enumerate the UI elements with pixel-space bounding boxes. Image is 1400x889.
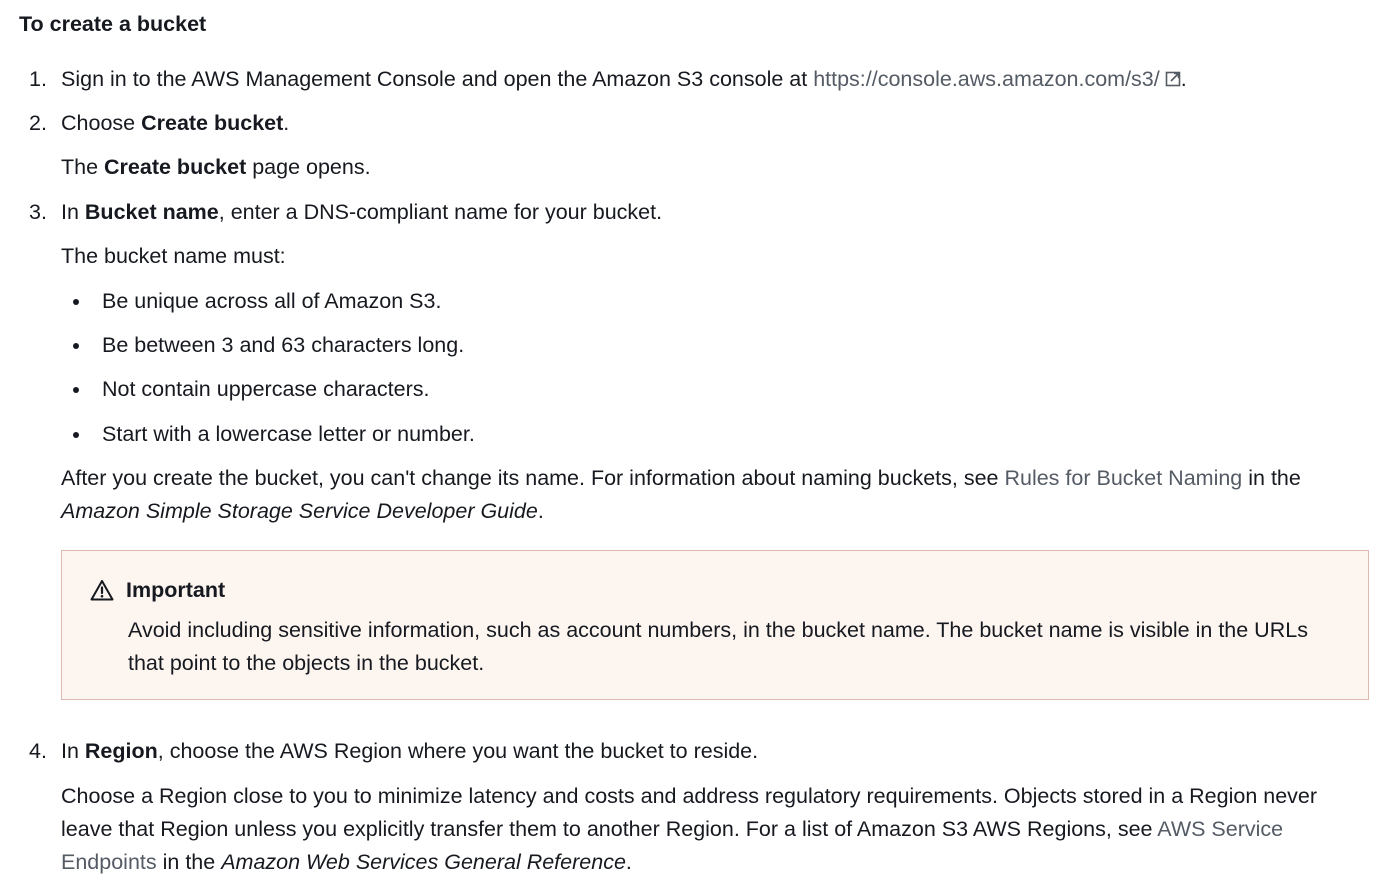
bullet-text: Be unique across all of Amazon S3. bbox=[102, 289, 442, 313]
region-info-text-2: leave that Region unless you explicitly … bbox=[61, 813, 1283, 846]
bullet-dot bbox=[73, 387, 79, 393]
bullet-text: Not contain uppercase characters. bbox=[102, 377, 430, 401]
bullet-dot bbox=[73, 299, 79, 305]
region-info-pre: leave that Region unless you explicitly … bbox=[61, 817, 1158, 841]
step-number: 3. bbox=[29, 200, 47, 224]
region-info-text-1: Choose a Region close to you to minimize… bbox=[61, 784, 1318, 808]
aws-service-endpoints-link[interactable]: AWS Service bbox=[1157, 817, 1283, 841]
callout-title: Important bbox=[126, 578, 226, 602]
step-2-sub-post: page opens. bbox=[246, 155, 371, 179]
step-2-pre: Choose bbox=[61, 111, 142, 135]
warning-triangle-icon bbox=[90, 580, 114, 601]
bullet-dot bbox=[73, 343, 79, 349]
developer-guide-title: Amazon Simple Storage Service Developer … bbox=[61, 499, 538, 523]
bullet-text: Be between 3 and 63 characters long. bbox=[102, 333, 465, 357]
aws-service-endpoints-link-cont[interactable]: Endpoints bbox=[61, 850, 157, 874]
page-title: To create a bucket bbox=[19, 12, 207, 36]
step-3-post: , enter a DNS-compliant name for your bu… bbox=[218, 200, 663, 224]
naming-info-end: . bbox=[537, 499, 544, 523]
naming-info-guide: Amazon Simple Storage Service Developer … bbox=[61, 495, 544, 528]
step-1-text: Sign in to the AWS Management Console an… bbox=[61, 63, 1187, 96]
naming-info-text: After you create the bucket, you can't c… bbox=[61, 462, 1301, 495]
step-2-sub-bold: Create bucket bbox=[104, 155, 247, 179]
important-callout: Important Avoid including sensitive info… bbox=[61, 550, 1369, 700]
s3-console-link-text: https://console.aws.amazon.com/s3/ bbox=[813, 67, 1160, 91]
step-4-bold: Region bbox=[84, 739, 158, 763]
step-2-sub-text: The Create bucket page opens. bbox=[61, 151, 371, 184]
step-2-sub-pre: The bbox=[61, 155, 105, 179]
step-2-bold: Create bucket bbox=[141, 111, 284, 135]
bullet-dot bbox=[73, 432, 79, 438]
step-2-post: . bbox=[283, 111, 290, 135]
step-4-text: In Region, choose the AWS Region where y… bbox=[61, 735, 758, 768]
general-reference-title: Amazon Web Services General Reference bbox=[221, 850, 626, 874]
step-number: 2. bbox=[29, 111, 47, 135]
step-number: 1. bbox=[29, 67, 47, 91]
bucket-name-must-text: The bucket name must: bbox=[61, 244, 286, 268]
naming-info-pre: After you create the bucket, you can't c… bbox=[61, 466, 1005, 490]
step-1-text-before: Sign in to the AWS Management Console an… bbox=[61, 67, 814, 91]
s3-console-link[interactable]: https://console.aws.amazon.com/s3/ bbox=[813, 67, 1181, 91]
step-1-text-after: . bbox=[1180, 67, 1187, 91]
step-3-pre: In bbox=[61, 200, 85, 224]
step-3-bold: Bucket name bbox=[84, 200, 219, 224]
region-info-text-3: Endpoints in the Amazon Web Services Gen… bbox=[61, 846, 632, 879]
region-info-end: . bbox=[625, 850, 632, 874]
callout-text: Avoid including sensitive information, s… bbox=[128, 618, 1308, 675]
step-3-text: In Bucket name, enter a DNS-compliant na… bbox=[61, 196, 662, 229]
external-link-icon bbox=[1165, 71, 1181, 87]
rules-bucket-naming-link[interactable]: Rules for Bucket Naming bbox=[1004, 466, 1242, 490]
naming-info-mid: in the bbox=[1242, 466, 1301, 490]
region-info-mid: in the bbox=[156, 850, 222, 874]
doc-page: To create a bucket 1. Sign in to the AWS… bbox=[0, 0, 1400, 889]
step-4-pre: In bbox=[61, 739, 85, 763]
bullet-text: Start with a lowercase letter or number. bbox=[102, 422, 475, 446]
step-4-post: , choose the AWS Region where you want t… bbox=[157, 739, 759, 763]
step-2-text: Choose Create bucket. bbox=[61, 107, 289, 140]
step-number: 4. bbox=[29, 739, 47, 763]
